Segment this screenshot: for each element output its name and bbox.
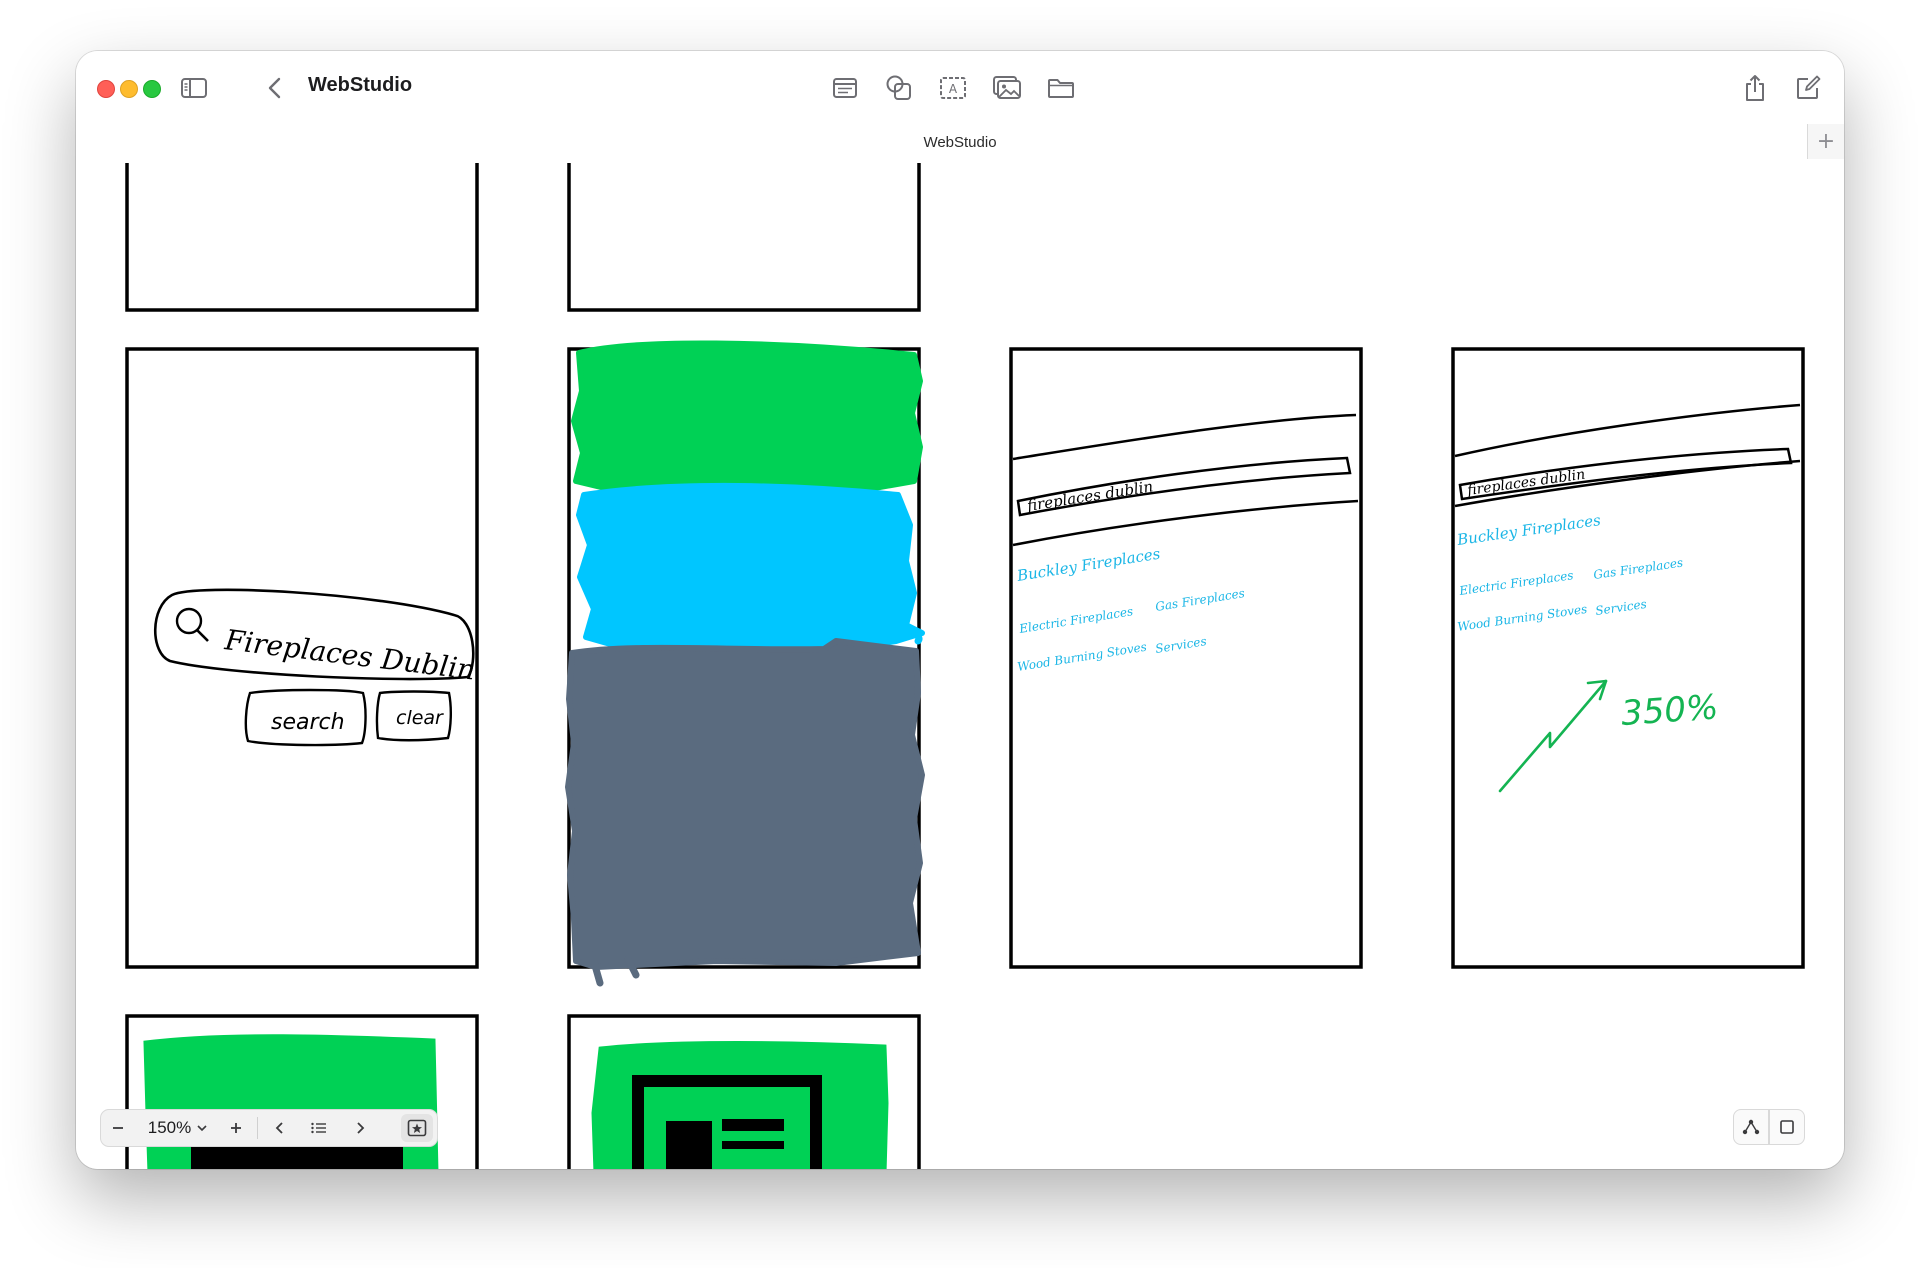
next-page-button[interactable] [347, 1110, 373, 1146]
grid-view-button[interactable] [1769, 1109, 1805, 1145]
title-bar: WebStudio A [76, 51, 1844, 121]
card-results-sketch-left[interactable]: fireplaces dublin Buckley Fireplaces Ele… [1009, 347, 1363, 969]
card-bottom-2[interactable] [567, 1014, 921, 1169]
favorite-scene-button[interactable] [401, 1114, 433, 1142]
card-search-sketch[interactable]: Fireplaces Dublin search clear [125, 347, 479, 969]
connection-tool-button[interactable] [1733, 1109, 1769, 1145]
green-scribble [571, 340, 923, 496]
board-drawing: Fireplaces Dublin search clear fireplace… [125, 163, 1805, 1169]
card-results-sketch-right[interactable]: fireplaces dublin Buckley Fireplaces Ele… [1451, 347, 1805, 969]
zoom-out-button[interactable] [105, 1110, 131, 1146]
window-title: WebStudio [308, 74, 413, 96]
add-tab-button[interactable]: + [1807, 124, 1844, 159]
back-chevron-icon[interactable] [258, 71, 292, 105]
slate-scribble [565, 638, 925, 970]
media-icon[interactable] [990, 71, 1024, 105]
tab-bar: WebStudio + [76, 121, 1844, 164]
zoom-toolbar: 150% [100, 1109, 438, 1147]
chevron-down-icon [197, 1125, 207, 1132]
tab-webstudio[interactable]: WebStudio [76, 134, 1844, 151]
plus-icon: + [1816, 129, 1836, 154]
zoom-in-button[interactable] [223, 1110, 249, 1146]
card-color-block[interactable] [565, 340, 925, 987]
zoom-level-value: 150% [147, 1118, 192, 1137]
freeform-canvas[interactable]: Fireplaces Dublin search clear fireplace… [76, 163, 1844, 1169]
zoom-level-menu[interactable]: 150% [141, 1110, 215, 1146]
card-top-2[interactable] [567, 163, 921, 312]
share-icon[interactable] [1738, 71, 1772, 105]
page-list-button[interactable] [305, 1110, 333, 1146]
sketch-growth-label: 350% [1620, 687, 1720, 734]
svg-text:A: A [949, 82, 958, 96]
minimize-window-button[interactable] [120, 80, 138, 98]
previous-page-button[interactable] [267, 1110, 293, 1146]
list-icon [311, 1122, 326, 1134]
card-top-1[interactable] [125, 163, 479, 312]
square-icon [1780, 1120, 1794, 1134]
zoom-window-button[interactable] [143, 80, 161, 98]
shapes-icon[interactable] [882, 71, 916, 105]
text-note-icon[interactable] [828, 71, 862, 105]
connector-icon [1742, 1119, 1760, 1135]
app-window: WebStudio A WebStudio + Fireplaces Dubli… [76, 51, 1844, 1169]
sidebar-toggle-icon[interactable] [177, 71, 211, 105]
compose-icon[interactable] [1791, 71, 1825, 105]
star-box-icon [407, 1119, 427, 1137]
sketch-search-button-label: search [271, 710, 345, 735]
divider [257, 1117, 258, 1139]
text-box-icon[interactable]: A [936, 71, 970, 105]
close-window-button[interactable] [97, 80, 115, 98]
sketch-clear-button-label: clear [396, 707, 444, 729]
cyan-scribble [576, 482, 925, 656]
folder-icon[interactable] [1044, 71, 1078, 105]
